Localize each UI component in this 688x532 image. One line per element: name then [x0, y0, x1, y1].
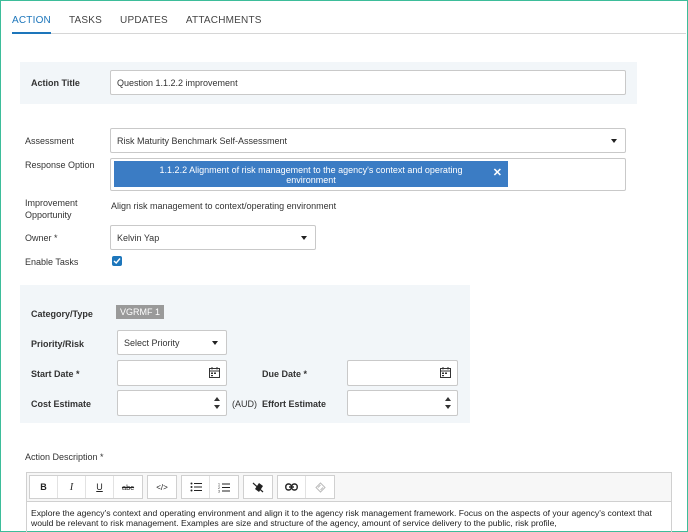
- check-icon: [113, 258, 121, 265]
- cost-unit: (AUD): [232, 399, 257, 409]
- start-date-input[interactable]: [117, 360, 227, 386]
- chevron-down-icon: [301, 235, 307, 240]
- stepper-icon[interactable]: [444, 395, 452, 411]
- effort-input[interactable]: [347, 390, 458, 416]
- underline-button[interactable]: U: [86, 476, 114, 498]
- stepper-icon[interactable]: [213, 395, 221, 411]
- eraser-icon: [252, 482, 264, 493]
- list-group: 123: [181, 475, 239, 499]
- description-editor[interactable]: Explore the agency's context and operati…: [26, 502, 672, 532]
- due-date-label: Due Date *: [262, 369, 308, 379]
- enable-tasks-checkbox[interactable]: [112, 256, 122, 266]
- code-group: </>: [147, 475, 177, 499]
- code-button[interactable]: </>: [148, 476, 176, 498]
- chevron-down-icon: [212, 340, 218, 345]
- tab-attachments[interactable]: ATTACHMENTS: [186, 0, 262, 34]
- clear-format-button[interactable]: [244, 476, 272, 498]
- format-group: B I U abc: [29, 475, 143, 499]
- assessment-select[interactable]: Risk Maturity Benchmark Self-Assessment: [110, 128, 626, 153]
- tab-tasks[interactable]: TASKS: [69, 0, 102, 34]
- tab-bar: ACTION TASKS UPDATES ATTACHMENTS: [12, 0, 686, 34]
- italic-button[interactable]: I: [58, 476, 86, 498]
- owner-select[interactable]: Kelvin Yap: [110, 225, 316, 250]
- description-label: Action Description *: [25, 452, 104, 462]
- unlink-icon: [314, 481, 326, 493]
- priority-label: Priority/Risk: [31, 339, 85, 349]
- editor-toolbar: B I U abc </> 123: [26, 472, 672, 502]
- due-date-input[interactable]: [347, 360, 458, 386]
- assessment-label: Assessment: [25, 136, 75, 146]
- response-option-tag-text: 1.1.2.2 Alignment of risk management to …: [159, 165, 463, 185]
- improvement-value: Align risk management to context/operati…: [111, 201, 337, 211]
- owner-value: Kelvin Yap: [117, 232, 160, 243]
- priority-value: Select Priority: [124, 337, 180, 348]
- link-group: [277, 475, 335, 499]
- chevron-down-icon: [611, 138, 617, 143]
- cost-input[interactable]: [117, 390, 227, 416]
- assessment-value: Risk Maturity Benchmark Self-Assessment: [117, 135, 288, 146]
- clear-group: [243, 475, 273, 499]
- cost-label: Cost Estimate: [31, 399, 92, 409]
- start-date-label: Start Date *: [31, 369, 80, 379]
- category-label: Category/Type: [31, 309, 93, 319]
- link-icon: [285, 483, 298, 491]
- bold-button[interactable]: B: [30, 476, 58, 498]
- tab-action[interactable]: ACTION: [12, 0, 51, 34]
- strikethrough-button[interactable]: abc: [114, 476, 142, 498]
- enable-tasks-label: Enable Tasks: [25, 257, 79, 267]
- numbered-list-icon: 123: [218, 482, 230, 493]
- calendar-icon[interactable]: [440, 367, 451, 378]
- svg-text:3: 3: [218, 489, 220, 493]
- priority-select[interactable]: Select Priority: [117, 330, 227, 355]
- link-button[interactable]: [278, 476, 306, 498]
- numbered-list-button[interactable]: 123: [210, 476, 238, 498]
- tab-updates[interactable]: UPDATES: [120, 0, 168, 34]
- action-title-input[interactable]: Question 1.1.2.2 improvement: [110, 70, 626, 95]
- bullet-list-button[interactable]: [182, 476, 210, 498]
- bullet-list-icon: [190, 482, 202, 492]
- response-option-label: Response Option: [25, 160, 95, 170]
- category-chip: VGRMF 1: [116, 305, 165, 319]
- response-option-tag: 1.1.2.2 Alignment of risk management to …: [114, 161, 508, 187]
- improvement-label: Improvement Opportunity: [25, 198, 78, 220]
- unlink-button[interactable]: [306, 476, 334, 498]
- effort-label: Effort Estimate: [262, 399, 327, 409]
- owner-label: Owner *: [25, 233, 58, 243]
- action-title-label: Action Title: [31, 78, 80, 88]
- calendar-icon[interactable]: [209, 367, 220, 378]
- close-icon[interactable]: ✕: [493, 168, 502, 179]
